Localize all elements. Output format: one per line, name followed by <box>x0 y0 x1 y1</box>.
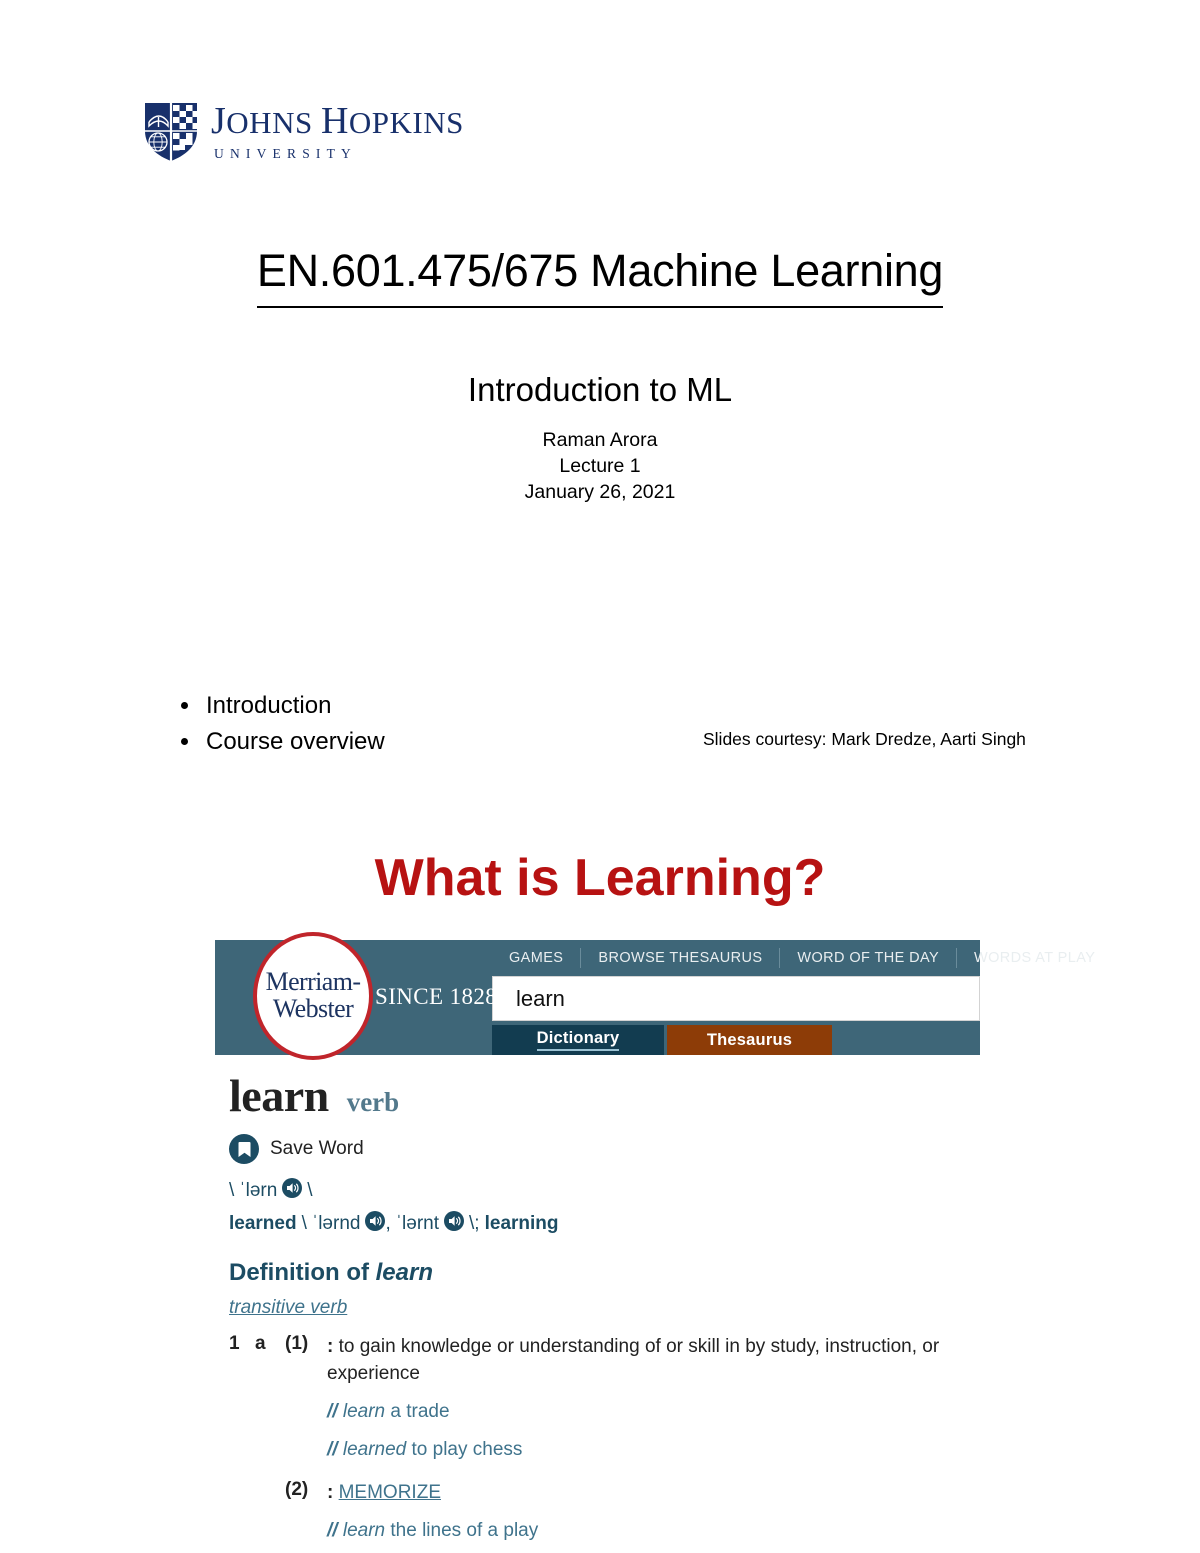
example-word: learned <box>342 1439 407 1460</box>
speaker-icon[interactable] <box>365 1211 386 1237</box>
jhu-name: JOHNS HOPKINS <box>211 99 464 142</box>
sense-subnumber: (2) <box>285 1479 309 1500</box>
sense-1a1: 1 a (1) : to gain knowledge or understan… <box>229 1333 966 1463</box>
example-word: learn <box>342 1401 386 1422</box>
merriam-webster-logo[interactable]: Merriam- Webster <box>253 932 383 1062</box>
instructor-name: Raman Arora <box>542 429 658 451</box>
lecture-date: January 26, 2021 <box>524 481 676 503</box>
sense-example: // learn the lines of a play <box>327 1517 966 1544</box>
example-rest: to play chess <box>406 1439 523 1460</box>
mw-search-tabs: Dictionary Thesaurus <box>492 1025 832 1055</box>
sense-colon: : <box>327 1482 334 1503</box>
jhu-university-label: UNIVERSITY <box>214 145 357 161</box>
slide-title: JOHNS HOPKINS UNIVERSITY EN.601.475/675 … <box>0 0 1200 800</box>
lecture-number: Lecture 1 <box>559 455 641 477</box>
list-item: Introduction <box>202 688 385 724</box>
mw-logo-line1: Merriam- <box>265 967 361 997</box>
cross-reference-link[interactable]: MEMORIZE <box>339 1482 441 1503</box>
sense-example: // learned to play chess <box>327 1436 966 1463</box>
agenda-list: Introduction Course overview <box>178 688 385 760</box>
sense-colon: : <box>327 1336 334 1357</box>
infl-comma: , <box>385 1213 391 1234</box>
example-word: learn <box>342 1520 386 1541</box>
save-word-button[interactable]: Save Word <box>229 1134 966 1164</box>
speaker-icon[interactable] <box>282 1178 303 1204</box>
nav-word-of-the-day[interactable]: WORD OF THE DAY <box>780 950 956 966</box>
search-input-value: learn <box>516 985 565 1011</box>
sense-definition: : to gain knowledge or understanding of … <box>327 1333 966 1387</box>
mw-since-label: SINCE 1828 <box>375 984 498 1009</box>
mw-top-nav: GAMES BROWSE THESAURUS WORD OF THE DAY W… <box>492 944 1112 972</box>
tab-dictionary[interactable]: Dictionary <box>492 1025 664 1055</box>
inflections-line: learned \ ˈlərnd , ˈlərnt \; learning <box>229 1211 966 1237</box>
example-slashes: // <box>327 1520 338 1541</box>
jhu-wordmark: JOHNS HOPKINS UNIVERSITY <box>211 102 464 161</box>
definition-heading-prefix: Definition of <box>229 1259 376 1286</box>
course-title: EN.601.475/675 Machine Learning <box>0 245 1200 308</box>
inflection-learning: learning <box>484 1213 559 1234</box>
infl-close-slash: \; <box>469 1213 480 1234</box>
jhu-shield-icon <box>145 103 197 161</box>
tab-thesaurus[interactable]: Thesaurus <box>667 1025 832 1055</box>
pron-phonetic: ˈlərn <box>239 1180 278 1201</box>
lecture-byline: Raman Arora Lecture 1 January 26, 2021 <box>0 427 1200 505</box>
infl-phonetic-2: ˈlərnt <box>395 1213 440 1234</box>
pronunciation-line: \ ˈlərn \ <box>229 1178 966 1204</box>
mw-header: GAMES BROWSE THESAURUS WORD OF THE DAY W… <box>215 932 1095 1060</box>
headword: learn <box>229 1070 329 1121</box>
slide-what-is-learning: What is Learning? GAMES BROWSE THESAURUS… <box>0 800 1200 1553</box>
definition-heading-word: learn <box>375 1259 434 1286</box>
infl-phonetic-1: ˈlərnd <box>311 1213 361 1234</box>
mw-entry: learn verb Save Word \ ˈlərn \ learned \… <box>215 1055 980 1544</box>
mw-logo-line2: Webster <box>272 994 354 1023</box>
pron-close-slash: \ <box>307 1180 313 1201</box>
sense-definition: : MEMORIZE <box>327 1479 441 1506</box>
merriam-webster-screenshot: GAMES BROWSE THESAURUS WORD OF THE DAY W… <box>215 932 1095 1544</box>
nav-browse-thesaurus[interactable]: BROWSE THESAURUS <box>581 950 779 966</box>
page-title: What is Learning? <box>374 849 826 907</box>
bookmark-icon <box>229 1134 259 1164</box>
list-item: Course overview <box>202 724 385 760</box>
lecture-subtitle: Introduction to ML <box>467 371 733 408</box>
save-word-label: Save Word <box>270 1138 364 1159</box>
example-rest: the lines of a play <box>385 1520 539 1541</box>
inflection-learned: learned <box>229 1213 297 1234</box>
example-rest: a trade <box>385 1401 450 1422</box>
tab-thesaurus-label: Thesaurus <box>706 1030 793 1049</box>
course-title-text: EN.601.475/675 Machine Learning <box>256 245 943 308</box>
nav-words-at-play[interactable]: WORDS AT PLAY <box>957 950 1112 966</box>
nav-games[interactable]: GAMES <box>492 950 580 966</box>
sense-number: 1 <box>229 1333 240 1354</box>
search-input[interactable]: learn <box>492 976 980 1021</box>
example-slashes: // <box>327 1439 338 1460</box>
infl-open-slash: \ <box>301 1213 307 1234</box>
sense-1a2: (2) : MEMORIZE // learn the lines of a p… <box>285 1479 966 1544</box>
pron-open-slash: \ <box>229 1180 235 1201</box>
part-of-speech: verb <box>346 1087 400 1117</box>
definition-heading: Definition of learn <box>229 1259 966 1287</box>
tab-dictionary-label: Dictionary <box>536 1029 620 1051</box>
sense-subnumber: (1) <box>285 1333 309 1354</box>
example-slashes: // <box>327 1401 338 1422</box>
sense-definition-text: to gain knowledge or understanding of or… <box>327 1336 940 1384</box>
sense-letter: a <box>255 1333 266 1354</box>
slides-credit: Slides courtesy: Mark Dredze, Aarti Sing… <box>703 729 1026 749</box>
verb-type-label[interactable]: transitive verb <box>229 1297 347 1319</box>
jhu-logo: JOHNS HOPKINS UNIVERSITY <box>143 100 464 162</box>
headword-row: learn verb <box>229 1069 966 1122</box>
mw-logo-oval: Merriam- Webster <box>253 932 373 1060</box>
speaker-icon[interactable] <box>444 1211 465 1237</box>
sense-example: // learn a trade <box>327 1398 966 1425</box>
